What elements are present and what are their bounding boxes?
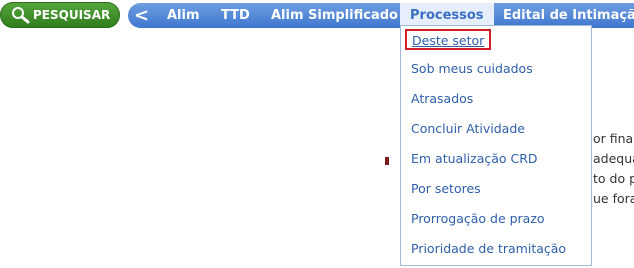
nav-back-button[interactable]: < xyxy=(134,3,149,28)
background-text-line: to do p xyxy=(593,171,634,186)
processos-dropdown-menu: Deste setor Sob meus cuidados Atrasados … xyxy=(400,25,592,266)
nav-item-alim-simplificado[interactable]: Alim Simplificado xyxy=(271,3,398,28)
menu-item-atrasados[interactable]: Atrasados xyxy=(411,89,473,109)
magnifier-icon xyxy=(12,7,30,24)
background-text-line: or final xyxy=(593,131,634,146)
background-text-line: adequa xyxy=(593,151,634,166)
menu-item-deste-setor[interactable]: Deste setor xyxy=(405,29,492,50)
search-button[interactable]: PESQUISAR xyxy=(0,2,120,28)
nav-item-alim[interactable]: Alim xyxy=(167,3,200,28)
background-marker xyxy=(385,157,389,165)
menu-item-prorrogacao-de-prazo[interactable]: Prorrogação de prazo xyxy=(411,209,545,229)
menu-item-em-atualizacao-crd[interactable]: Em atualização CRD xyxy=(411,149,538,169)
nav-item-ttd[interactable]: TTD xyxy=(221,3,250,28)
background-text-line: ue foran xyxy=(593,191,634,206)
menu-item-prioridade-de-tramitacao[interactable]: Prioridade de tramitação xyxy=(411,239,566,259)
menu-item-por-setores[interactable]: Por setores xyxy=(411,179,481,199)
menu-item-sob-meus-cuidados[interactable]: Sob meus cuidados xyxy=(411,59,533,79)
menu-item-concluir-atividade[interactable]: Concluir Atividade xyxy=(411,119,525,139)
search-button-label: PESQUISAR xyxy=(33,8,111,22)
